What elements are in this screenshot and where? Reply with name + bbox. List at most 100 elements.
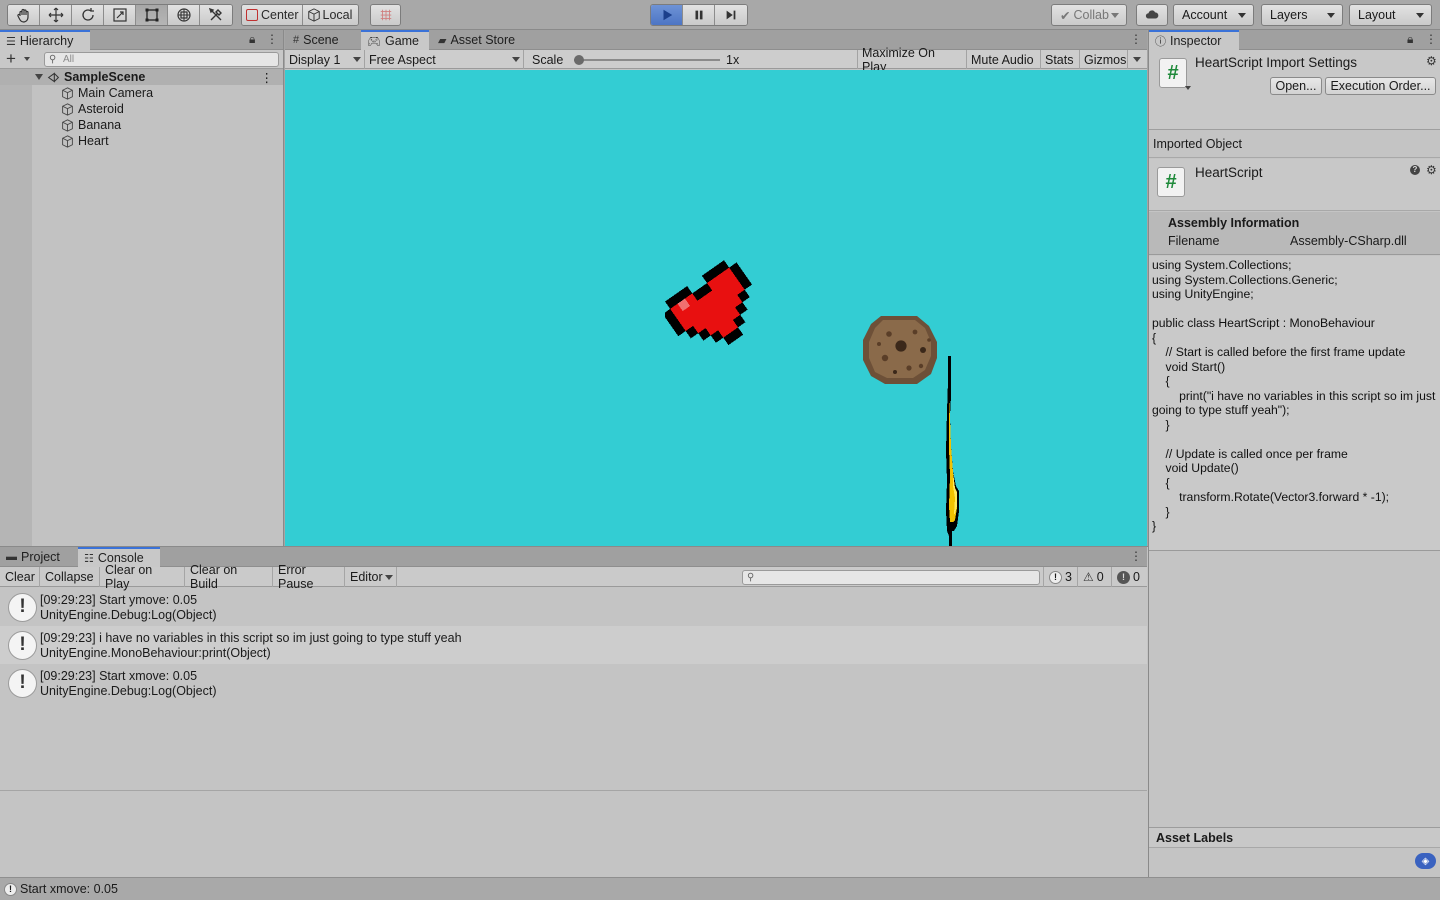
grid-icon: # [293,34,300,46]
tab-hierarchy[interactable]: ☰ Hierarchy [0,30,90,50]
list-icon: ☰ [6,35,16,48]
hierarchy-item-banana[interactable]: Banana [0,117,283,133]
check-icon: ✔ [1060,8,1071,23]
custom-tool-button[interactable] [200,5,232,25]
console-log-entry[interactable]: ! [09:29:23] Start ymove: 0.05 UnityEngi… [0,588,1147,626]
layout-label: Layout [1358,8,1396,22]
stats-toggle[interactable]: Stats [1041,50,1080,69]
display-dropdown[interactable]: Display 1 [285,50,365,69]
inspector-header: # HeartScript Import Settings ⚙ Open... … [1149,50,1440,130]
plus-icon[interactable]: + [6,49,16,69]
more-options-icon[interactable]: ⋮ [266,33,278,45]
gameobject-cube-icon [62,86,73,100]
scene-options-icon[interactable]: ⋮ [261,70,274,85]
chevron-down-icon[interactable] [24,57,30,61]
tab-project-label: Project [21,550,60,564]
hierarchy-scene-row[interactable]: SampleScene ⋮ [0,69,283,85]
game-canvas[interactable] [285,70,1147,546]
tab-scene[interactable]: # Scene [287,30,361,50]
move-tool-button[interactable] [40,5,72,25]
more-options-icon[interactable]: ⋮ [1130,550,1142,562]
layout-dropdown[interactable]: Layout [1349,4,1432,26]
pause-button[interactable] [683,5,715,25]
layers-dropdown[interactable]: Layers [1261,4,1343,26]
step-button[interactable] [715,5,747,25]
account-dropdown[interactable]: Account [1173,4,1254,26]
tab-game[interactable]: 🎮︎ Game [361,30,429,50]
tag-icon[interactable]: ◈ [1415,853,1436,869]
tab-asset-store[interactable]: ▰ Asset Store [432,30,532,50]
tab-hierarchy-label: Hierarchy [19,34,74,48]
console-log-entry[interactable]: ! [09:29:23] Start xmove: 0.05 UnityEngi… [0,664,1147,702]
editor-dropdown[interactable]: Editor [345,567,397,587]
lock-icon[interactable]: 🔒︎ [249,33,255,45]
expand-arrow-icon[interactable] [35,74,43,80]
play-button[interactable] [651,5,683,25]
chevron-down-icon [1111,13,1119,18]
collab-dropdown[interactable]: ✔ Collab [1051,4,1127,26]
more-options-icon[interactable]: ⋮ [1425,33,1437,45]
scale-slider-thumb[interactable] [574,55,584,65]
pivot-mode-label: Center [261,8,299,22]
error-count-toggle[interactable]: ! 0 [1112,567,1147,587]
warning-count-toggle[interactable]: ⚠ 0 [1078,567,1112,587]
view-tabbar: # Scene 🎮︎ Game ▰ Asset Store ⋮ [285,30,1147,50]
maximize-on-play-toggle[interactable]: Maximize On Play [857,46,967,74]
grid-snap-button[interactable] [371,5,400,25]
gizmos-toggle[interactable]: Gizmos [1080,50,1128,69]
help-icon[interactable]: ? [1410,165,1420,175]
clear-button[interactable]: Clear [0,567,40,587]
hierarchy-search-input[interactable]: ⚲ All [44,52,279,67]
error-count: 0 [1133,570,1140,584]
hierarchy-item-heart[interactable]: Heart [0,133,283,149]
execution-order-button[interactable]: Execution Order... [1325,77,1436,95]
step-icon [726,10,736,20]
log-message: [09:29:23] Start xmove: 0.05 [40,669,198,683]
chevron-down-icon[interactable] [1185,86,1191,90]
collapse-toggle[interactable]: Collapse [40,567,100,587]
chevron-down-icon [1327,13,1335,18]
hierarchy-search-placeholder: All [63,54,75,65]
status-message[interactable]: Start xmove: 0.05 [20,882,118,896]
more-options-icon[interactable]: ⋮ [1130,33,1142,45]
cloud-button[interactable] [1136,4,1168,26]
editor-dropdown-label: Editor [350,570,383,584]
open-button[interactable]: Open... [1270,77,1322,95]
gear-icon[interactable]: ⚙ [1426,54,1437,68]
gizmos-dropdown[interactable] [1128,50,1147,69]
log-message: [09:29:23] Start ymove: 0.05 [40,593,198,607]
clear-on-play-toggle[interactable]: Clear on Play [100,563,185,591]
hierarchy-item-asteroid[interactable]: Asteroid [0,101,283,117]
error-pause-toggle[interactable]: Error Pause [273,563,345,591]
chevron-down-icon [353,57,361,62]
scale-tool-button[interactable] [104,5,136,25]
gear-icon[interactable]: ⚙ [1426,163,1437,177]
console-detail-divider[interactable] [0,790,1147,791]
clear-on-build-toggle[interactable]: Clear on Build [185,563,273,591]
folder-icon: ▬ [6,551,17,563]
scale-slider[interactable] [574,55,720,65]
log-count: 3 [1065,570,1072,584]
console-search-input[interactable]: ⚲ [742,570,1040,585]
pivot-rotation-button[interactable]: Local [302,5,359,25]
rect-tool-button[interactable] [136,5,168,25]
log-count-icon: ! [1049,570,1062,584]
tab-scene-label: Scene [303,33,339,47]
console-log-entry[interactable]: ! [09:29:23] i have no variables in this… [0,626,1147,664]
rotate-tool-button[interactable] [72,5,104,25]
hand-tool-button[interactable] [8,5,40,25]
pivot-controls: Center Local [241,4,360,26]
mute-audio-toggle[interactable]: Mute Audio [967,50,1041,69]
hierarchy-item-label: Banana [78,118,122,132]
status-bar: ! Start xmove: 0.05 [0,877,1440,900]
chevron-down-icon [1133,57,1141,62]
tab-project[interactable]: ▬ Project [0,547,78,567]
pivot-mode-button[interactable]: Center [242,5,303,25]
gameobject-cube-icon [62,102,73,116]
tab-inspector[interactable]: ⓘ Inspector [1149,30,1239,50]
aspect-dropdown[interactable]: Free Aspect [365,50,524,69]
transform-tool-button[interactable] [168,5,200,25]
lock-icon[interactable]: 🔒︎ [1407,33,1413,45]
log-count-toggle[interactable]: ! 3 [1043,567,1078,587]
hierarchy-item-main-camera[interactable]: Main Camera [0,85,283,101]
